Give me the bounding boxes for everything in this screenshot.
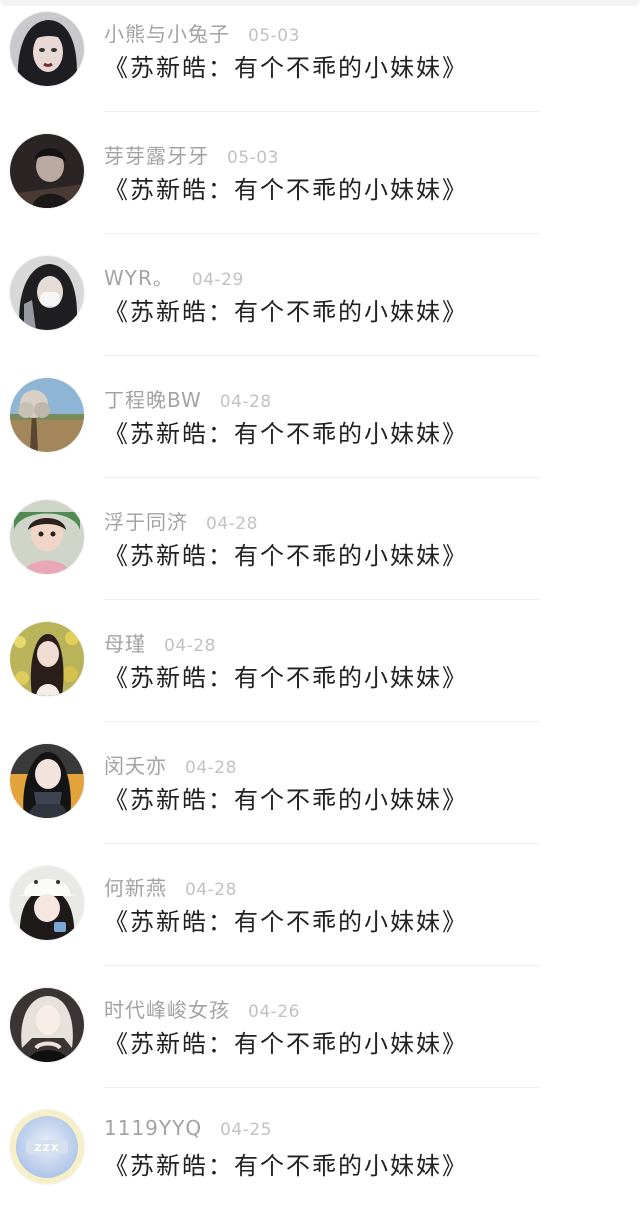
username[interactable]: 1119YYQ (104, 1116, 202, 1140)
comment-item[interactable]: 丁程晚BW 04-28 《苏新皓：有个不乖的小妹妹》 (0, 366, 640, 488)
comment-date: 05-03 (248, 26, 300, 46)
comment-meta: 芽芽露牙牙 05-03 (104, 140, 279, 168)
comment-text: 《苏新皓：有个不乖的小妹妹》 (104, 298, 468, 326)
username[interactable]: 小熊与小兔子 (104, 18, 230, 47)
comment-date: 04-28 (219, 392, 272, 412)
divider (104, 477, 540, 478)
avatar-zzx-logo-icon[interactable]: ZZX (10, 1110, 84, 1184)
divider (104, 233, 540, 234)
avatar-child-icon[interactable] (10, 500, 84, 574)
comment-text: 《苏新皓：有个不乖的小妹妹》 (104, 1030, 468, 1058)
comment-meta: 1119YYQ 04-25 (104, 1116, 272, 1144)
username[interactable]: 时代峰峻女孩 (104, 994, 230, 1023)
comment-meta: 小熊与小兔子 05-03 (104, 18, 300, 46)
comment-item[interactable]: 何新燕 04-28 《苏新皓：有个不乖的小妹妹》 (0, 854, 640, 976)
avatar-blonde-girl-icon[interactable] (10, 988, 84, 1062)
comment-item[interactable]: ZZX 1119YYQ 04-25 《苏新皓：有个不乖的小妹妹》 (0, 1098, 640, 1220)
comment-meta: 何新燕 04-28 (104, 872, 237, 900)
comment-date: 04-28 (185, 758, 237, 778)
comment-meta: 丁程晚BW 04-28 (104, 384, 272, 412)
comment-text: 《苏新皓：有个不乖的小妹妹》 (104, 1152, 468, 1180)
comment-date: 04-28 (185, 880, 237, 900)
avatar-landscape-tree-icon[interactable] (10, 378, 84, 452)
comment-text: 《苏新皓：有个不乖的小妹妹》 (104, 176, 468, 204)
username[interactable]: 母瑾 (104, 628, 146, 657)
username[interactable]: 芽芽露牙牙 (104, 140, 209, 169)
comment-date: 04-25 (220, 1120, 272, 1140)
username[interactable]: 浮于同济 (104, 506, 188, 535)
comment-meta: 浮于同济 04-28 (104, 506, 258, 534)
username[interactable]: 何新燕 (104, 872, 167, 901)
avatar-girl-flowers-icon[interactable] (10, 622, 84, 696)
divider (104, 111, 540, 112)
comment-text: 《苏新皓：有个不乖的小妹妹》 (104, 664, 468, 692)
comment-text: 《苏新皓：有个不乖的小妹妹》 (104, 54, 468, 82)
divider (104, 1087, 540, 1088)
comment-text: 《苏新皓：有个不乖的小妹妹》 (104, 542, 468, 570)
comment-item[interactable]: 闵夭亦 04-28 《苏新皓：有个不乖的小妹妹》 (0, 732, 640, 854)
comment-meta: WYR。 04-29 (104, 262, 244, 290)
comment-date: 04-28 (164, 636, 216, 656)
comment-date: 05-03 (227, 148, 279, 168)
avatar-dark-portrait-icon[interactable] (10, 134, 84, 208)
comment-date: 04-29 (191, 270, 244, 290)
divider (104, 721, 540, 722)
comment-meta: 母瑾 04-28 (104, 628, 216, 656)
comment-text: 《苏新皓：有个不乖的小妹妹》 (104, 908, 468, 936)
comment-date: 04-28 (206, 514, 258, 534)
username[interactable]: WYR。 (104, 262, 174, 291)
comment-date: 04-26 (248, 1002, 300, 1022)
comment-item[interactable]: 小熊与小兔子 05-03 《苏新皓：有个不乖的小妹妹》 (0, 0, 640, 122)
avatar-girl-cap-icon[interactable] (10, 866, 84, 940)
avatar-masked-girl-icon[interactable] (10, 256, 84, 330)
divider (104, 599, 540, 600)
comment-item[interactable]: WYR。 04-29 《苏新皓：有个不乖的小妹妹》 (0, 244, 640, 366)
avatar-dark-hair-illustration-icon[interactable] (10, 12, 84, 86)
comment-meta: 时代峰峻女孩 04-26 (104, 994, 300, 1022)
comment-text: 《苏新皓：有个不乖的小妹妹》 (104, 420, 468, 448)
comment-meta: 闵夭亦 04-28 (104, 750, 237, 778)
comment-item[interactable]: 时代峰峻女孩 04-26 《苏新皓：有个不乖的小妹妹》 (0, 976, 640, 1098)
svg-text:ZZX: ZZX (34, 1143, 59, 1154)
username[interactable]: 闵夭亦 (104, 750, 167, 779)
divider (104, 965, 540, 966)
username[interactable]: 丁程晚BW (104, 384, 202, 413)
comment-text: 《苏新皓：有个不乖的小妹妹》 (104, 786, 468, 814)
avatar-girl-scarf-icon[interactable] (10, 744, 84, 818)
divider (104, 843, 540, 844)
comment-item[interactable]: 浮于同济 04-28 《苏新皓：有个不乖的小妹妹》 (0, 488, 640, 610)
comment-item[interactable]: 母瑾 04-28 《苏新皓：有个不乖的小妹妹》 (0, 610, 640, 732)
comment-item[interactable]: 芽芽露牙牙 05-03 《苏新皓：有个不乖的小妹妹》 (0, 122, 640, 244)
divider (104, 355, 540, 356)
